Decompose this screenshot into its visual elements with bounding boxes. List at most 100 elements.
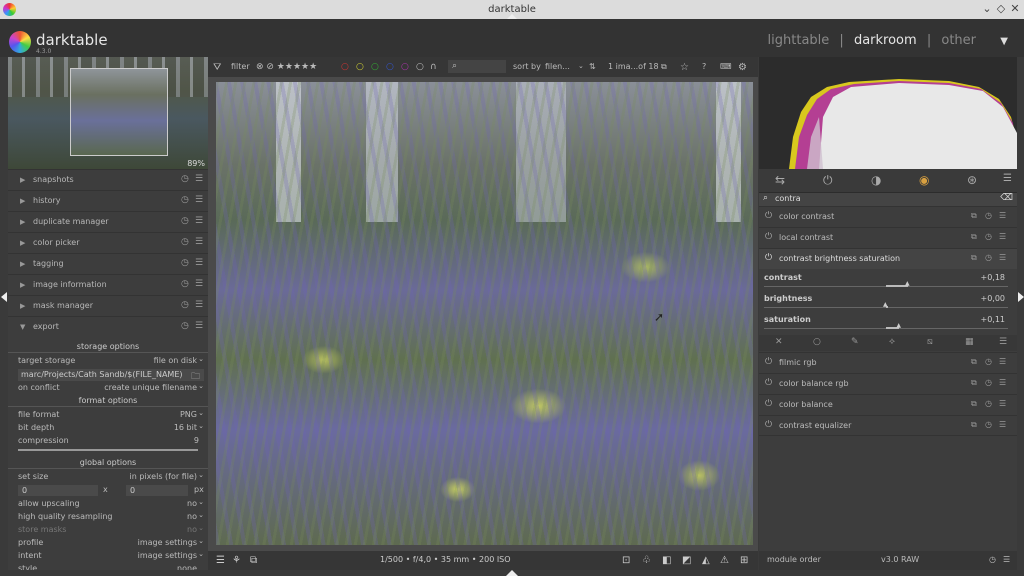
tab-quick-access-icon[interactable]: ⇆ xyxy=(775,173,785,187)
color-label-yellow-icon[interactable]: ○ xyxy=(356,62,364,72)
allow-upscaling-select[interactable]: allow upscaling no ⌄ xyxy=(18,498,204,511)
bottom-panel-toggle-icon[interactable] xyxy=(506,570,518,576)
view-lighttable[interactable]: lighttable xyxy=(768,33,830,48)
shortcuts-icon[interactable]: ⌨ xyxy=(720,62,732,71)
power-icon[interactable]: ⏻ xyxy=(765,211,772,221)
drawn-mask-icon[interactable]: ✎ xyxy=(851,337,859,347)
presets-icon[interactable]: ☰ xyxy=(999,211,1006,220)
module-search-input[interactable]: ⌕ contra ⌫ xyxy=(759,193,1017,206)
center-canvas[interactable]: ➚ xyxy=(208,77,758,551)
drawn-parametric-mask-icon[interactable]: ⧅ xyxy=(927,337,933,347)
multi-instance-icon[interactable]: ⧉ xyxy=(971,420,977,430)
filter-icon[interactable]: ⛛ xyxy=(213,62,221,73)
clear-search-icon[interactable]: ⌫ xyxy=(1000,193,1013,203)
intent-select[interactable]: intent image settings ⌄ xyxy=(18,550,204,563)
navigation-zoom-level[interactable]: 89% xyxy=(187,159,205,168)
presets-icon[interactable]: ☰ xyxy=(195,195,203,205)
tab-effects-icon[interactable]: ⊛ xyxy=(967,173,977,187)
grouping-icon[interactable]: ⧉ xyxy=(661,62,667,72)
module-color-contrast[interactable]: ⏻ color contrast ⧉ ◷ ☰ xyxy=(759,206,1017,227)
reset-icon[interactable]: ◷ xyxy=(181,321,189,331)
on-conflict-select[interactable]: on conflict create unique filename ⌄ xyxy=(18,382,204,395)
reset-icon[interactable]: ◷ xyxy=(985,211,992,220)
height-input[interactable]: 0 xyxy=(126,485,188,496)
slider-marker-icon[interactable]: ▲ xyxy=(883,301,888,308)
multi-instance-icon[interactable]: ⧉ xyxy=(971,253,977,263)
file-format-select[interactable]: file format PNG ⌄ xyxy=(18,409,204,422)
presets-icon[interactable]: ☰ xyxy=(195,258,203,268)
presets-icon[interactable]: ☰ xyxy=(999,357,1006,366)
target-storage-select[interactable]: target storage file on disk ⌄ xyxy=(18,355,204,368)
clipping-icon[interactable]: ◩ xyxy=(682,555,691,566)
right-panel-toggle-icon[interactable] xyxy=(1018,292,1024,302)
reset-icon[interactable]: ◷ xyxy=(985,399,992,408)
color-label-green-icon[interactable]: ○ xyxy=(371,62,379,72)
module-duplicate-manager[interactable]: ▶ duplicate manager ◷ ☰ xyxy=(8,211,208,232)
softproof-icon[interactable]: ◭ xyxy=(702,555,710,566)
multi-instance-icon[interactable]: ⧉ xyxy=(971,378,977,388)
raster-mask-icon[interactable]: ▦ xyxy=(965,337,974,347)
presets-icon[interactable]: ☰ xyxy=(195,300,203,310)
help-icon[interactable]: ? xyxy=(702,62,706,71)
module-tagging[interactable]: ▶ tagging ◷ ☰ xyxy=(8,253,208,274)
minimize-button[interactable]: ⌄ xyxy=(980,2,994,15)
color-label-blue-icon[interactable]: ○ xyxy=(386,62,394,72)
quick-access-icon[interactable]: ☰ xyxy=(216,555,225,566)
presets-icon[interactable]: ☰ xyxy=(1003,555,1010,564)
reset-icon[interactable]: ◷ xyxy=(181,300,189,310)
module-mask-manager[interactable]: ▶ mask manager ◷ ☰ xyxy=(8,295,208,316)
presets-menu-icon[interactable]: ☰ xyxy=(1003,173,1012,184)
module-color-balance-rgb[interactable]: ⏻ color balance rgb ⧉ ◷ ☰ xyxy=(759,373,1017,394)
views-menu-icon[interactable]: ▼ xyxy=(1000,36,1008,47)
presets-icon[interactable]: ☰ xyxy=(999,399,1006,408)
parametric-mask-icon[interactable]: ⟡ xyxy=(889,337,895,347)
slider-marker-icon[interactable]: ▲ xyxy=(905,280,910,287)
brightness-slider[interactable]: brightness +0,00 ▲ xyxy=(759,292,1017,313)
multi-instance-icon[interactable]: ⧉ xyxy=(971,211,977,221)
module-order-value[interactable]: v3.0 RAW xyxy=(881,555,919,564)
style-select[interactable]: style none xyxy=(18,564,203,570)
width-input[interactable]: 0 xyxy=(18,485,98,496)
gear-icon[interactable]: ⚙ xyxy=(738,62,747,73)
mask-off-icon[interactable]: ✕ xyxy=(775,337,783,347)
bit-depth-select[interactable]: bit depth 16 bit ⌄ xyxy=(18,422,204,435)
styles-icon[interactable]: ⚘ xyxy=(232,555,241,566)
presets-icon[interactable]: ☰ xyxy=(195,279,203,289)
power-icon[interactable]: ⏻ xyxy=(765,253,772,263)
module-contrast-brightness-saturation[interactable]: ⏻ contrast brightness saturation ⧉ ◷ ☰ xyxy=(759,248,1017,269)
reset-icon[interactable]: ◷ xyxy=(985,378,992,387)
focus-peaking-icon[interactable]: ⊡ xyxy=(622,555,630,566)
tab-base-icon[interactable]: ◑ xyxy=(871,173,881,187)
presets-icon[interactable]: ☰ xyxy=(195,216,203,226)
color-label-operator-icon[interactable]: ∩ xyxy=(430,62,437,72)
guides-icon[interactable]: ⊞ xyxy=(740,555,748,566)
tab-active-modules-icon[interactable]: ⏻ xyxy=(823,173,833,188)
saturation-slider[interactable]: saturation +0,11 ▲ xyxy=(759,313,1017,334)
power-icon[interactable]: ⏻ xyxy=(765,357,772,367)
tab-color-icon[interactable]: ◉ xyxy=(919,173,929,187)
left-panel-toggle-icon[interactable] xyxy=(1,292,7,302)
presets-icon[interactable]: ☰ xyxy=(195,321,203,331)
hq-resampling-select[interactable]: high quality resampling no ⌄ xyxy=(18,511,204,524)
set-size-select[interactable]: set size in pixels (for file) ⌄ xyxy=(18,471,204,484)
module-contrast-equalizer[interactable]: ⏻ contrast equalizer ⧉ ◷ ☰ xyxy=(759,415,1017,436)
power-icon[interactable]: ⏻ xyxy=(765,420,772,430)
star-icon[interactable]: ☆ xyxy=(680,62,689,73)
sort-value[interactable]: filen... xyxy=(545,62,570,71)
presets-icon[interactable]: ☰ xyxy=(999,253,1006,262)
multi-instance-icon[interactable]: ⧉ xyxy=(971,357,977,367)
color-label-gray-icon[interactable]: ○ xyxy=(416,62,424,72)
reset-icon[interactable]: ◷ xyxy=(181,258,189,268)
navigation-thumbnail[interactable]: 89% xyxy=(8,57,208,169)
module-filmic-rgb[interactable]: ⏻ filmic rgb ⧉ ◷ ☰ xyxy=(759,352,1017,373)
view-other[interactable]: other xyxy=(941,33,976,48)
presets-icon[interactable]: ☰ xyxy=(195,237,203,247)
contrast-slider[interactable]: contrast +0,18 ▲ xyxy=(759,271,1017,292)
rating-filter-stars[interactable]: ⊗ ⊘ ★★★★★ xyxy=(256,62,317,72)
presets-icon[interactable]: ☰ xyxy=(999,378,1006,387)
compression-slider-track[interactable] xyxy=(18,449,198,451)
module-image-information[interactable]: ▶ image information ◷ ☰ xyxy=(8,274,208,295)
reset-icon[interactable]: ◷ xyxy=(989,555,996,564)
module-local-contrast[interactable]: ⏻ local contrast ⧉ ◷ ☰ xyxy=(759,227,1017,248)
module-color-picker[interactable]: ▶ color picker ◷ ☰ xyxy=(8,232,208,253)
